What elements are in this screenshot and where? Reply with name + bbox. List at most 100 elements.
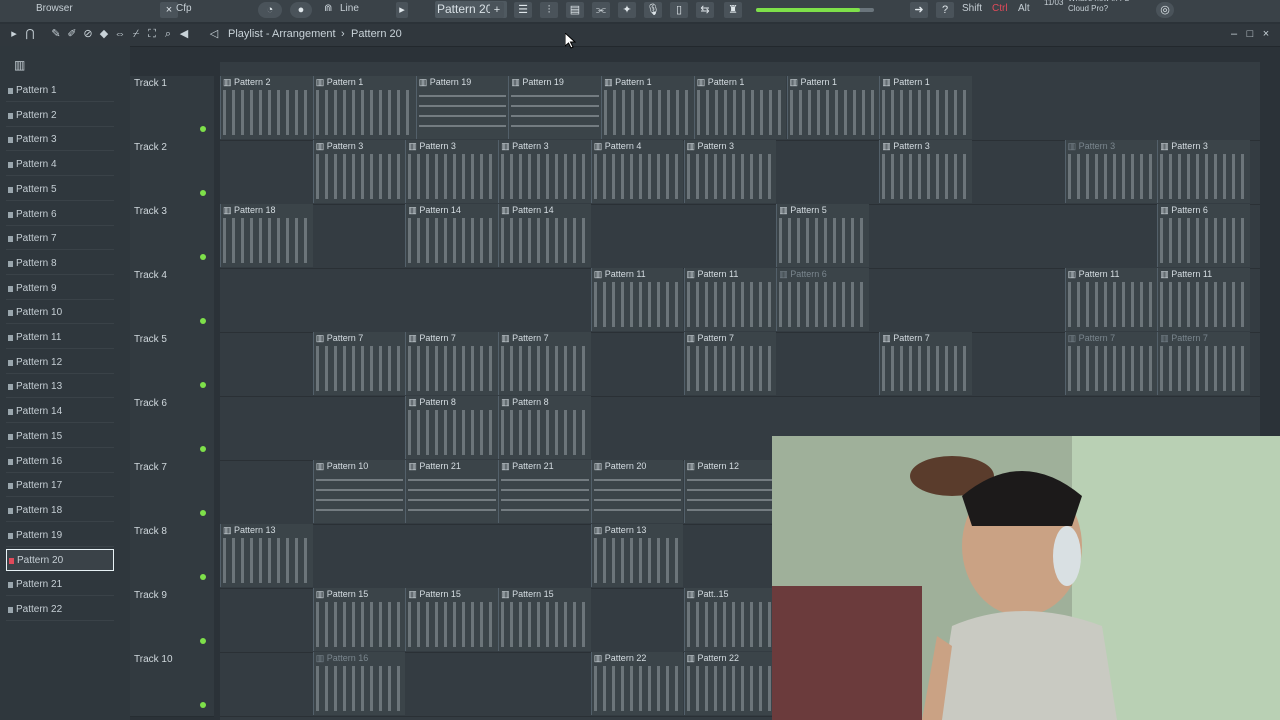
pattern-clip[interactable]: ▥ Pattern 14	[405, 204, 499, 267]
track-header[interactable]: Track 9	[130, 588, 214, 653]
select-icon[interactable]: ⛶	[146, 28, 158, 40]
pattern-clip[interactable]: ▥ Pattern 3	[312, 140, 406, 203]
pattern-list-item[interactable]: Pattern 15	[6, 426, 114, 448]
pattern-clip[interactable]: ▥ Pattern 15	[498, 588, 591, 651]
pattern-clip[interactable]: ▥ Pattern 1	[786, 76, 880, 139]
pattern-clip[interactable]: ▥ Pattern 22	[590, 652, 684, 715]
track-active-led[interactable]	[200, 126, 206, 132]
track-active-led[interactable]	[200, 190, 206, 196]
stamp-icon[interactable]: ♜	[724, 2, 742, 18]
track-header[interactable]: Track 10	[130, 652, 214, 717]
pattern-list-item[interactable]: Pattern 7	[6, 228, 114, 251]
pattern-clip[interactable]: ▥ Pattern 3	[879, 140, 972, 203]
track-active-led[interactable]	[200, 254, 206, 260]
pattern-clip[interactable]: ▥ Pattern 16	[312, 652, 406, 715]
channel-rack-icon[interactable]: ▤	[566, 2, 584, 18]
pattern-clip[interactable]: ▥ Pattern 2	[220, 76, 313, 139]
pattern-list-item[interactable]: Pattern 19	[6, 525, 114, 547]
slip-icon[interactable]: ⇔	[114, 28, 126, 40]
add-pattern-icon[interactable]: +	[490, 2, 504, 18]
pattern-clip[interactable]: ▥ Pattern 7	[405, 332, 499, 395]
pattern-clip[interactable]: ▥ Pattern 8	[405, 396, 499, 459]
slice-icon[interactable]: ⌿	[130, 28, 142, 40]
close-window-icon[interactable]: ×	[1260, 28, 1272, 40]
pattern-list-item[interactable]: Pattern 11	[6, 327, 114, 349]
mute-icon[interactable]: ◆	[98, 28, 110, 40]
pattern-clip[interactable]: ▥ Pattern 6	[776, 268, 869, 331]
hint-icon[interactable]: ?	[936, 2, 954, 18]
pattern-clip[interactable]: ▥ Pattern 15	[312, 588, 406, 651]
pattern-list-item[interactable]: Pattern 2	[6, 105, 114, 127]
pattern-list-item[interactable]: Pattern 17	[6, 475, 114, 498]
track-header[interactable]: Track 7	[130, 460, 214, 525]
pattern-list-item[interactable]: Pattern 21	[6, 574, 114, 596]
track-active-led[interactable]	[200, 574, 206, 580]
pattern-clip[interactable]: ▥ Pattern 20	[590, 460, 684, 523]
track-active-led[interactable]	[200, 446, 206, 452]
pattern-clip[interactable]: ▥ Pattern 21	[405, 460, 499, 523]
pattern-clip[interactable]: ▥ Pattern 3	[683, 140, 777, 203]
maximize-icon[interactable]: □	[1244, 28, 1256, 40]
track-active-led[interactable]	[200, 510, 206, 516]
pattern-clip[interactable]: ▥ Pattern 13	[220, 524, 313, 587]
pattern-clip[interactable]: ▥ Pattern 11	[1157, 268, 1250, 331]
pattern-clip[interactable]: ▥ Pattern 7	[1064, 332, 1158, 395]
shift-key[interactable]: Shift	[962, 0, 982, 22]
pattern-list-item[interactable]: Pattern 8	[6, 253, 114, 275]
pattern-clip[interactable]: ▥ Pattern 21	[498, 460, 591, 523]
pattern-clip[interactable]: ▥ Pattern 8	[498, 396, 591, 459]
breadcrumb-pattern[interactable]: Pattern 20	[351, 28, 402, 40]
pattern-clip[interactable]: ▥ Pattern 3	[405, 140, 499, 203]
pattern-list-item[interactable]: Pattern 10	[6, 302, 114, 325]
pattern-clip[interactable]: ▥ Pattern 10	[312, 460, 406, 523]
playback-icon[interactable]: ◀	[178, 28, 190, 40]
pattern-clip[interactable]: ▥ Pattern 11	[1064, 268, 1158, 331]
pattern-clip[interactable]: ▥ Pattern 6	[1157, 204, 1250, 267]
pattern-list-item[interactable]: Pattern 3	[6, 129, 114, 152]
minimize-icon[interactable]: –	[1228, 28, 1240, 40]
pattern-clip[interactable]: ▥ Patt..15	[683, 588, 777, 651]
pitch-knob-icon[interactable]: ●	[290, 2, 312, 18]
pattern-clip[interactable]: ▥ Pattern 19	[415, 76, 509, 139]
pattern-list-item[interactable]: Pattern 12	[6, 352, 114, 374]
pattern-list-item[interactable]: Pattern 6	[6, 204, 114, 226]
ctrl-key[interactable]: Ctrl	[992, 0, 1008, 22]
pattern-clip[interactable]: ▥ Pattern 14	[498, 204, 591, 267]
pattern-list-item[interactable]: Pattern 22	[6, 599, 114, 621]
pattern-clip[interactable]: ▥ Pattern 7	[1157, 332, 1250, 395]
pattern-list-item[interactable]: Pattern 9	[6, 278, 114, 300]
pattern-clip[interactable]: ▥ Pattern 7	[879, 332, 972, 395]
track-header[interactable]: Track 8	[130, 524, 214, 589]
pattern-clip[interactable]: ▥ Pattern 1	[601, 76, 694, 139]
arrow-right-icon[interactable]: ➜	[910, 2, 928, 18]
globe-icon[interactable]: ◎	[1156, 2, 1174, 18]
pattern-clip[interactable]: ▥ Pattern 3	[1157, 140, 1250, 203]
playlist-icon[interactable]: ☰	[514, 2, 532, 18]
pattern-clip[interactable]: ▥ Pattern 22	[683, 652, 777, 715]
pattern-list-item[interactable]: Pattern 14	[6, 401, 114, 424]
pattern-clip[interactable]: ▥ Pattern 11	[683, 268, 777, 331]
brush-icon[interactable]: ✐	[66, 28, 78, 40]
pattern-clip[interactable]: ▥ Pattern 3	[1064, 140, 1158, 203]
pattern-clip[interactable]: ▥ Pattern 1	[693, 76, 787, 139]
track-lane[interactable]: ▥ Pattern 3 ▥ Pattern 3 ▥ Pattern 3 ▥ Patte…	[220, 140, 1260, 205]
pattern-clip[interactable]: ▥ Pattern 1	[312, 76, 416, 139]
browser-label[interactable]: Browser	[36, 0, 73, 22]
breadcrumb-playlist[interactable]: Playlist - Arrangement	[228, 28, 336, 40]
track-header[interactable]: Track 3	[130, 204, 214, 269]
delete-icon[interactable]: ⊘	[82, 28, 94, 40]
track-header[interactable]: Track 4	[130, 268, 214, 333]
track-header[interactable]: Track 6	[130, 396, 214, 461]
magnet-icon[interactable]: ⋂	[24, 28, 36, 40]
tempo-knob-icon[interactable]: ◔	[258, 2, 282, 18]
play-arrow-icon[interactable]: ▸	[396, 2, 408, 18]
menu-arrow-icon[interactable]: ▸	[8, 28, 20, 40]
pattern-clip[interactable]: ▥ Pattern 15	[405, 588, 499, 651]
pattern-clip[interactable]: ▥ Pattern 13	[590, 524, 684, 587]
pattern-clip[interactable]: ▥ Pattern 18	[220, 204, 313, 267]
pattern-clip[interactable]: ▥ Pattern 12	[683, 460, 777, 523]
alt-key[interactable]: Alt	[1018, 0, 1030, 22]
track-header[interactable]: Track 5	[130, 332, 214, 397]
pattern-list-item[interactable]: Pattern 18	[6, 500, 114, 522]
news-text[interactable]: What's new in FL Cloud Pro?	[1068, 0, 1148, 16]
